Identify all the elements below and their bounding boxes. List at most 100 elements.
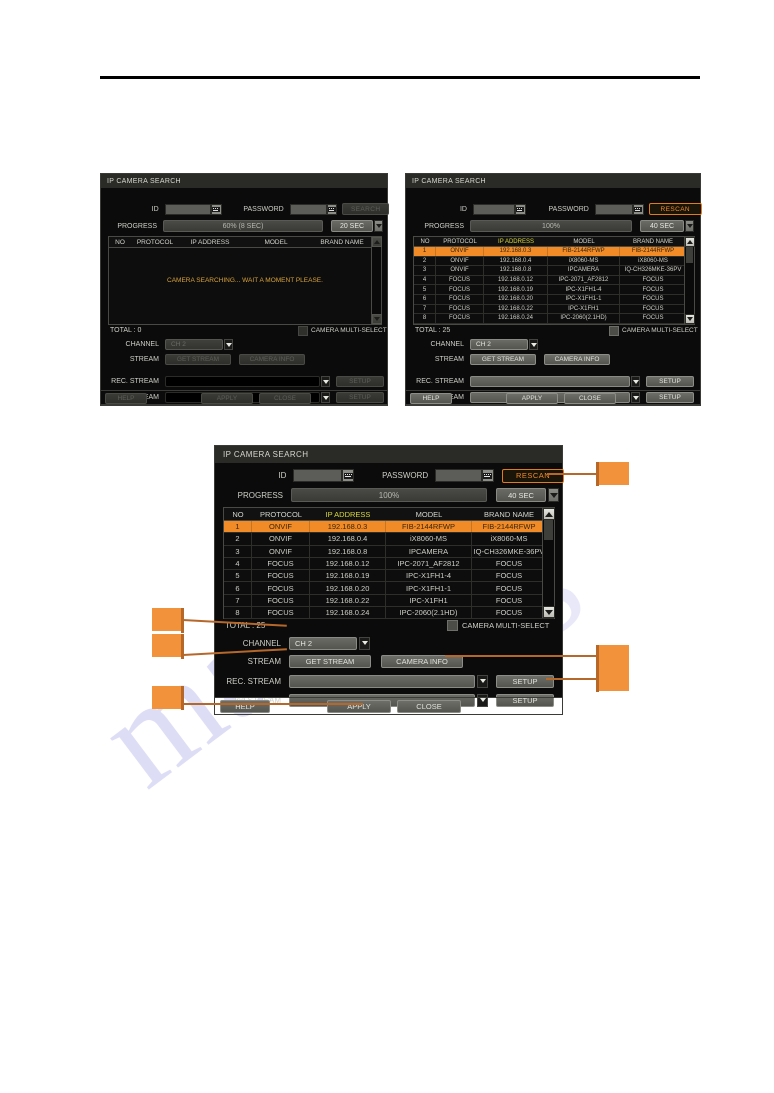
table-row[interactable]: 8 FOCUS 192.168.0.24 IPC-2060(2.1HD) FOCUS [414, 314, 694, 324]
timeout-value-searching[interactable]: 20 SEC [331, 220, 373, 232]
rec-stream-select-annotated[interactable] [289, 674, 475, 688]
table-cell-no: 2 [224, 533, 252, 545]
table-row[interactable]: 6 FOCUS 192.168.0.20 IPC-X1FH1-1 FOCUS [224, 582, 554, 595]
id-input-annotated[interactable] [293, 469, 342, 482]
rec-stream-dropdown-icon-results[interactable] [631, 376, 640, 387]
col-no-results: NO [420, 238, 430, 245]
scroll-down-icon-searching[interactable] [372, 314, 382, 324]
table-cell-ip: 192.168.0.22 [310, 594, 386, 607]
camera-info-button-searching[interactable]: CAMERA INFO [239, 354, 305, 365]
rec-stream-dropdown-icon-annotated[interactable] [477, 674, 488, 688]
progress-bar-results: 100% [470, 220, 632, 232]
apply-button-searching[interactable]: APPLY [201, 393, 253, 404]
timeout-value-annotated[interactable]: 40 SEC [496, 488, 546, 502]
get-stream-button-results[interactable]: GET STREAM [470, 354, 536, 365]
table-row[interactable]: 7 FOCUS 192.168.0.22 IPC-X1FH1 FOCUS [414, 304, 694, 315]
table-row[interactable]: 6 FOCUS 192.168.0.20 IPC-X1FH1-1 FOCUS [414, 294, 694, 305]
table-row[interactable]: 4 FOCUS 192.168.0.12 IPC-2071_AF2812 FOCUS [224, 557, 554, 571]
scroll-track-searching[interactable] [372, 247, 381, 314]
scroll-up-icon-annotated[interactable] [543, 508, 555, 520]
rec-stream-select-results[interactable] [470, 376, 630, 387]
scroll-track-annotated[interactable] [543, 520, 554, 606]
scroll-thumb-annotated[interactable] [544, 520, 553, 540]
password-input-searching[interactable] [289, 203, 328, 215]
rec-stream-select-searching[interactable] [165, 376, 320, 387]
table-row[interactable]: 2 ONVIF 192.168.0.4 iX8060-MS iX8060-MS [414, 256, 694, 267]
table-row[interactable]: 8 FOCUS 192.168.0.24 IPC-2060(2.1HD) FOCUS [224, 607, 554, 620]
scroll-down-icon-results[interactable] [685, 314, 695, 324]
close-button-annotated[interactable]: CLOSE [397, 700, 461, 713]
get-stream-button-searching[interactable]: GET STREAM [165, 354, 231, 365]
table-row[interactable]: 2 ONVIF 192.168.0.4 iX8060-MS iX8060-MS [224, 533, 554, 546]
scroll-thumb-results[interactable] [686, 247, 693, 263]
help-button-annotated[interactable]: HELP [220, 700, 270, 713]
scroll-track-results[interactable] [685, 247, 694, 314]
table-row[interactable]: 3 ONVIF 192.168.0.8 IPCAMERA IQ-CH326MKE-36P… [224, 545, 554, 558]
timeout-spinner-annotated[interactable] [548, 488, 559, 502]
password-input-results[interactable] [594, 203, 634, 215]
scroll-down-icon-annotated[interactable] [543, 606, 555, 618]
empty-state-message-searching: CAMERA SEARCHING... WAIT A MOMENT PLEASE… [167, 277, 323, 284]
keyboard-icon-id-results[interactable] [514, 203, 526, 215]
get-stream-button-annotated[interactable]: GET STREAM [289, 654, 371, 668]
channel-dropdown-icon-searching[interactable] [224, 339, 233, 350]
table-row[interactable]: 3 ONVIF 192.168.0.8 IPCAMERA IQ-CH326MKE-36P… [414, 266, 694, 276]
search-button-searching[interactable]: SEARCH [342, 203, 389, 215]
keyboard-icon-password-searching[interactable] [327, 203, 338, 215]
table-scrollbar-annotated[interactable] [542, 508, 555, 618]
keyboard-icon-password-annotated[interactable] [481, 469, 495, 482]
table-row[interactable]: 5 FOCUS 192.168.0.19 IPC-X1FH1-4 FOCUS [224, 570, 554, 583]
rec-stream-setup-button-results[interactable]: SETUP [646, 376, 694, 387]
table-cell-protocol: ONVIF [436, 266, 484, 275]
channel-dropdown-icon-annotated[interactable] [359, 636, 370, 650]
help-button-results[interactable]: HELP [410, 393, 452, 404]
table-cell-no: 7 [414, 304, 436, 314]
table-row[interactable]: 5 FOCUS 192.168.0.19 IPC-X1FH1-4 FOCUS [414, 285, 694, 295]
camera-info-button-results[interactable]: CAMERA INFO [544, 354, 610, 365]
password-input-annotated[interactable] [435, 469, 482, 482]
timeout-spinner-searching[interactable] [374, 220, 383, 232]
table-cell-model: IPC-2071_AF2812 [548, 275, 620, 285]
help-button-searching[interactable]: HELP [105, 393, 147, 404]
table-cell-ip: 192.168.0.22 [484, 304, 548, 314]
channel-dropdown-icon-results[interactable] [529, 339, 538, 350]
table-cell-model: IPC-X1FH1-4 [548, 285, 620, 294]
table-cell-model: IPC-X1FH1-4 [386, 570, 472, 582]
table-row[interactable]: 1 ONVIF 192.168.0.3 FIB-2144RFWP FIB-2144RFW… [414, 247, 694, 257]
multi-select-checkbox-annotated[interactable] [447, 620, 458, 631]
channel-select-results[interactable]: CH 2 [470, 339, 528, 350]
timeout-value-results[interactable]: 40 SEC [640, 220, 684, 232]
table-row[interactable]: 7 FOCUS 192.168.0.22 IPC-X1FH1 FOCUS [224, 594, 554, 608]
apply-button-results[interactable]: APPLY [506, 393, 558, 404]
table-row[interactable]: 1 ONVIF 192.168.0.3 FIB-2144RFWP FIB-2144RFW… [224, 521, 554, 534]
keyboard-icon-id-searching[interactable] [211, 203, 222, 215]
table-cell-ip: 192.168.0.19 [484, 285, 548, 294]
channel-select-searching[interactable]: CH 2 [165, 339, 223, 350]
keyboard-icon-password-results[interactable] [633, 203, 644, 215]
rec-stream-dropdown-icon-searching[interactable] [321, 376, 330, 387]
scroll-up-icon-searching[interactable] [372, 237, 382, 247]
close-button-results[interactable]: CLOSE [564, 393, 616, 404]
rescan-button-results[interactable]: RESCAN [648, 203, 702, 215]
scroll-up-icon-results[interactable] [685, 237, 695, 247]
id-input-results[interactable] [472, 203, 515, 215]
multi-select-checkbox-searching[interactable] [298, 326, 308, 336]
table-scrollbar-results[interactable] [684, 237, 695, 324]
rescan-button-annotated[interactable]: RESCAN [502, 468, 564, 483]
dialog-title-results: IP CAMERA SEARCH [406, 174, 700, 188]
table-scrollbar-searching[interactable] [371, 237, 382, 324]
channel-select-annotated[interactable]: CH 2 [289, 636, 357, 650]
timeout-spinner-results[interactable] [685, 220, 694, 232]
apply-button-annotated[interactable]: APPLY [327, 700, 391, 713]
table-cell-protocol: FOCUS [436, 304, 484, 314]
multi-select-checkbox-results[interactable] [609, 326, 619, 336]
table-row[interactable]: 4 FOCUS 192.168.0.12 IPC-2071_AF2812 FOCUS [414, 275, 694, 286]
table-cell-protocol: FOCUS [436, 314, 484, 323]
close-button-searching[interactable]: CLOSE [259, 393, 311, 404]
rec-stream-setup-button-annotated[interactable]: SETUP [496, 674, 554, 688]
keyboard-icon-id-annotated[interactable] [341, 469, 355, 482]
id-input-searching[interactable] [164, 203, 212, 215]
rec-stream-setup-button-searching[interactable]: SETUP [336, 376, 384, 387]
table-cell-no: 1 [414, 247, 436, 256]
dialog-footer-annotated: HELP APPLY CLOSE [214, 697, 563, 715]
